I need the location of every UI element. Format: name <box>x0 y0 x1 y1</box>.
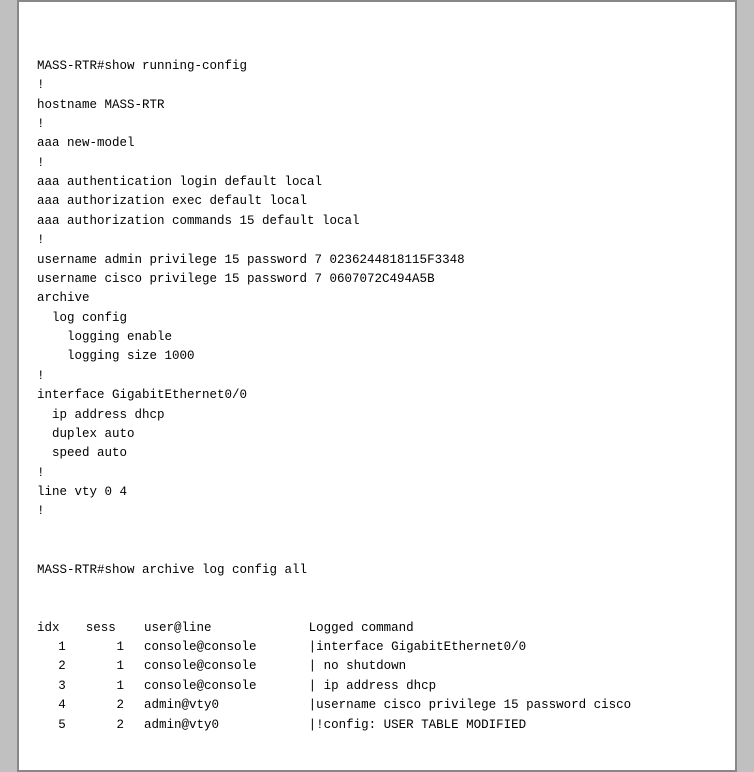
table-cell: admin@vty0 <box>144 696 309 715</box>
table-cell: 1 <box>86 638 144 657</box>
table-cell: |interface GigabitEthernet0/0 <box>309 638 717 657</box>
table-cell: console@console <box>144 677 309 696</box>
table-header-sess: sess <box>86 619 144 638</box>
table-cell: |!config: USER TABLE MODIFIED <box>309 716 717 735</box>
table-cell: 2 <box>86 716 144 735</box>
table-row: 21console@console| no shutdown <box>37 657 717 676</box>
table-cell: admin@vty0 <box>144 716 309 735</box>
config-section: MASS-RTR#show running-config ! hostname … <box>37 57 717 522</box>
table-cell: 5 <box>37 716 86 735</box>
log-table: idxsessuser@lineLogged command11console@… <box>37 619 717 735</box>
table-row: 52admin@vty0|!config: USER TABLE MODIFIE… <box>37 716 717 735</box>
table-cell: console@console <box>144 638 309 657</box>
table-cell: 1 <box>37 638 86 657</box>
table-cell: | ip address dhcp <box>309 677 717 696</box>
table-cell: | no shutdown <box>309 657 717 676</box>
terminal-window: MASS-RTR#show running-config ! hostname … <box>17 0 737 772</box>
table-row: 31console@console| ip address dhcp <box>37 677 717 696</box>
table-header-logged-command: Logged command <box>309 619 717 638</box>
table-cell: 2 <box>37 657 86 676</box>
table-cell: 4 <box>37 696 86 715</box>
table-cell: 3 <box>37 677 86 696</box>
table-cell: 1 <box>86 677 144 696</box>
table-header-user-line: user@line <box>144 619 309 638</box>
table-header-idx: idx <box>37 619 86 638</box>
table-row: 11console@console|interface GigabitEther… <box>37 638 717 657</box>
table-cell: 1 <box>86 657 144 676</box>
table-cell: |username cisco privilege 15 password ci… <box>309 696 717 715</box>
archive-command: MASS-RTR#show archive log config all <box>37 561 717 580</box>
table-cell: 2 <box>86 696 144 715</box>
table-cell: console@console <box>144 657 309 676</box>
table-row: 42admin@vty0|username cisco privilege 15… <box>37 696 717 715</box>
